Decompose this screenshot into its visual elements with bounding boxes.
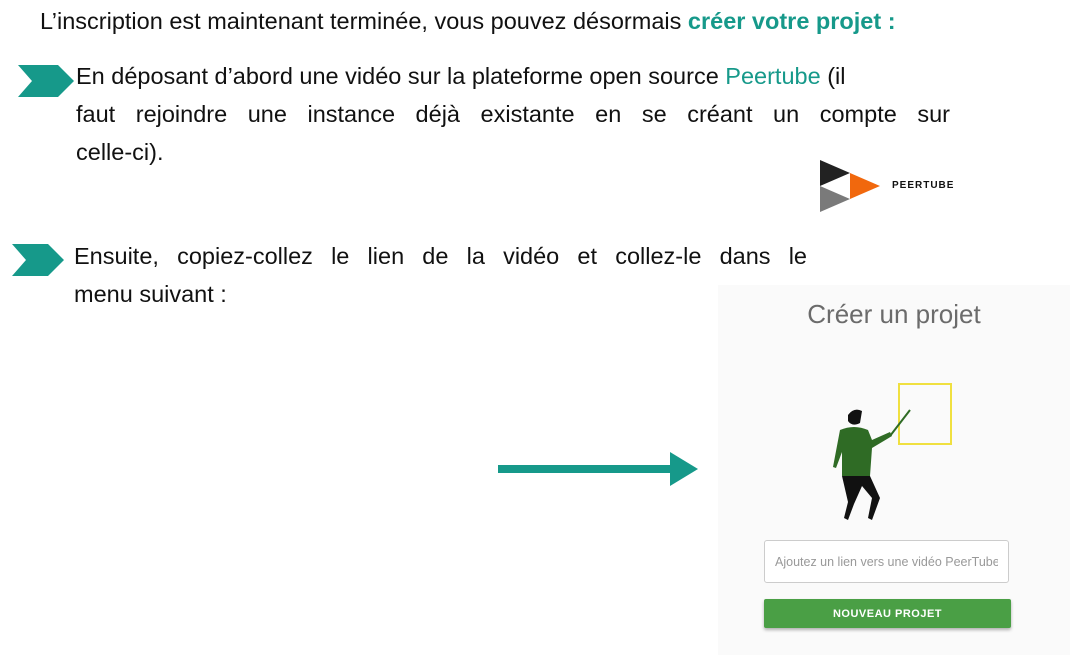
step1-text-b: (il	[820, 63, 846, 89]
arrow-right-icon	[498, 452, 698, 486]
step1-line2: faut rejoindre une instance déjà existan…	[76, 101, 950, 127]
step1-text: En déposant d’abord une vidéo sur la pla…	[76, 57, 950, 171]
chevron-bullet-icon	[18, 65, 74, 97]
step1-text-a: En déposant d’abord une vidéo sur la pla…	[76, 63, 726, 89]
panel-title: Créer un projet	[807, 299, 981, 329]
step2-text: Ensuite, copiez-collez le lien de la vid…	[74, 237, 807, 313]
peertube-logo-text: PEERTUBE	[892, 180, 955, 191]
step2-line1: Ensuite, copiez-collez le lien de la vid…	[74, 243, 807, 269]
chevron-bullet-icon	[12, 244, 64, 276]
intro-highlight: créer votre projet :	[687, 8, 896, 34]
peertube-logo: PEERTUBE	[820, 160, 970, 212]
create-project-panel: Créer un projet NOUVEAU PROJET	[718, 285, 1070, 655]
step1-line3: celle-ci).	[76, 139, 164, 165]
intro-text: L’inscription est maintenant terminée, v…	[40, 2, 896, 40]
step2-line2: menu suivant :	[74, 281, 227, 307]
peertube-logo-icon	[820, 160, 880, 212]
presenter-illustration	[833, 383, 952, 520]
new-project-button[interactable]: NOUVEAU PROJET	[764, 599, 1011, 628]
intro-body: L’inscription est maintenant terminée, v…	[40, 8, 688, 34]
peertube-link[interactable]: Peertube	[725, 63, 820, 89]
video-link-input[interactable]	[764, 540, 1009, 583]
